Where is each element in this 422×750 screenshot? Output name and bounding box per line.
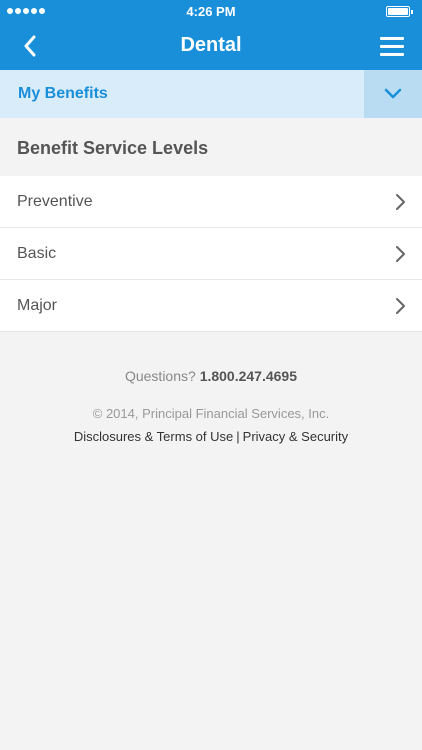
- list-item-label: Basic: [17, 245, 57, 262]
- app-header: 4:26 PM Dental: [0, 0, 422, 70]
- my-benefits-label: My Benefits: [18, 85, 108, 102]
- my-benefits-dropdown[interactable]: My Benefits: [0, 70, 422, 118]
- questions-label: Questions?: [124, 368, 196, 384]
- section-header: Benefit Service Levels: [0, 118, 422, 176]
- menu-button[interactable]: [374, 28, 410, 64]
- copyright: © 2014, Principal Financial Services, In…: [92, 406, 330, 421]
- privacy-link[interactable]: Privacy & Security: [243, 429, 348, 444]
- chevron-right-icon: [396, 298, 405, 314]
- chevron-down-icon: [384, 88, 402, 99]
- nav-bar: Dental: [0, 22, 422, 70]
- list-item-major[interactable]: Major: [0, 280, 422, 332]
- disclosures-link[interactable]: Disclosures & Terms of Use: [74, 429, 233, 444]
- footer-links: Disclosures & Terms of Use | Privacy & Sec…: [0, 429, 422, 444]
- chevron-right-icon: [396, 246, 405, 262]
- status-bar: 4:26 PM: [0, 0, 422, 22]
- section-title: Benefit Service Levels: [17, 138, 209, 158]
- questions-line: Questions? 1.800.247.4695: [0, 368, 422, 384]
- list-item-label: Preventive: [17, 193, 93, 210]
- status-time: 4:26 PM: [186, 4, 236, 19]
- list-item-basic[interactable]: Basic: [0, 228, 422, 280]
- list-item-preventive[interactable]: Preventive: [0, 176, 422, 228]
- service-level-list: Preventive Basic Major: [0, 176, 422, 332]
- benefits-toggle-button[interactable]: [364, 70, 422, 118]
- page-title: Dental: [180, 34, 242, 56]
- hamburger-menu-icon: [380, 36, 404, 40]
- footer: Questions? 1.800.247.4695 © 2014, Princi…: [0, 332, 422, 444]
- battery-icon: [386, 6, 413, 17]
- list-item-label: Major: [17, 297, 58, 314]
- phone-link[interactable]: 1.800.247.4695: [200, 368, 297, 384]
- chevron-right-icon: [396, 194, 405, 210]
- link-separator: |: [236, 429, 240, 444]
